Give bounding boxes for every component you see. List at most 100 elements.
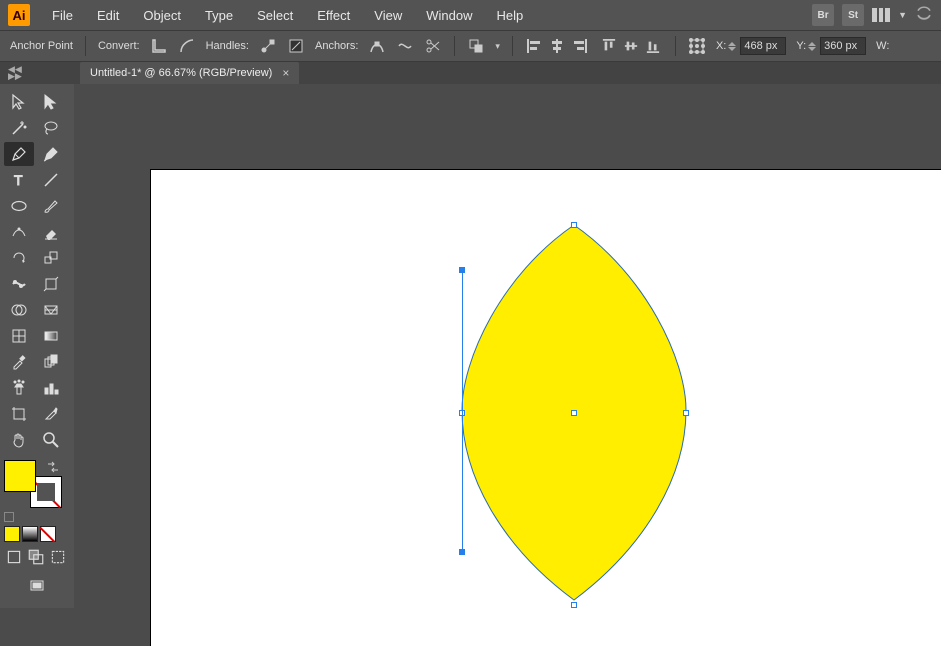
align-hcenter-icon[interactable] (547, 37, 567, 55)
gradient-tool[interactable] (36, 324, 66, 348)
menu-window[interactable]: Window (416, 2, 482, 29)
stock-button[interactable]: St (842, 4, 864, 26)
align-bottom-icon[interactable] (643, 37, 663, 55)
menu-file[interactable]: File (42, 2, 83, 29)
rotate-tool[interactable] (4, 246, 34, 270)
y-coordinate: Y: (796, 37, 866, 55)
draw-behind-icon[interactable] (26, 548, 46, 566)
canvas[interactable] (150, 169, 941, 646)
panel-collapse-icon[interactable]: ◀◀▶▶ (8, 66, 20, 80)
eyedropper-tool[interactable] (4, 350, 34, 374)
slice-tool[interactable] (36, 402, 66, 426)
menu-select[interactable]: Select (247, 2, 303, 29)
shape-builder-tool[interactable] (4, 298, 34, 322)
free-transform-tool[interactable] (36, 272, 66, 296)
artboard[interactable] (150, 169, 941, 646)
close-tab-icon[interactable]: × (282, 66, 289, 80)
y-input[interactable] (820, 37, 866, 55)
document-tab[interactable]: Untitled-1* @ 66.67% (RGB/Preview) × (80, 62, 299, 84)
y-label: Y: (796, 40, 806, 52)
w-coordinate: W: (876, 40, 889, 52)
toolbox: T (0, 84, 74, 608)
swap-fill-stroke-icon[interactable] (46, 460, 60, 474)
align-right-icon[interactable] (569, 37, 589, 55)
column-graph-tool[interactable] (36, 376, 66, 400)
center-point[interactable] (571, 410, 577, 416)
selection-type-label: Anchor Point (10, 40, 73, 52)
default-fill-stroke-icon[interactable] (4, 512, 14, 522)
magic-wand-tool[interactable] (4, 116, 34, 140)
align-group (525, 37, 663, 55)
align-top-icon[interactable] (599, 37, 619, 55)
control-bar: Anchor Point Convert: Handles: Anchors: … (0, 30, 941, 62)
anchor-point[interactable] (683, 410, 689, 416)
type-tool[interactable]: T (4, 168, 34, 192)
reference-point-icon[interactable] (688, 37, 706, 55)
align-left-icon[interactable] (525, 37, 545, 55)
blend-tool[interactable] (36, 350, 66, 374)
line-segment-tool[interactable] (36, 168, 66, 192)
convert-corner-icon[interactable] (150, 37, 168, 55)
x-spinner[interactable] (728, 37, 738, 55)
scale-tool[interactable] (36, 246, 66, 270)
align-vcenter-icon[interactable] (621, 37, 641, 55)
anchor-point[interactable] (571, 602, 577, 608)
bridge-button[interactable]: Br (812, 4, 834, 26)
pen-tool[interactable] (4, 142, 34, 166)
hand-tool[interactable] (4, 428, 34, 452)
symbol-sprayer-tool[interactable] (4, 376, 34, 400)
cut-path-icon[interactable] (424, 37, 442, 55)
fill-swatch[interactable] (4, 460, 36, 492)
direct-selection-tool[interactable] (36, 90, 66, 114)
paintbrush-tool[interactable] (36, 194, 66, 218)
chevron-down-icon[interactable]: ▾ (495, 41, 500, 52)
y-spinner[interactable] (808, 37, 818, 55)
fill-stroke-swatch[interactable] (4, 460, 62, 508)
rectangle-tool[interactable] (4, 194, 34, 218)
draw-inside-icon[interactable] (48, 548, 68, 566)
arrange-documents-icon[interactable] (872, 6, 890, 24)
artboard-tool[interactable] (4, 402, 34, 426)
x-label: X: (716, 40, 726, 52)
curvature-tool[interactable] (36, 142, 66, 166)
convert-smooth-icon[interactable] (178, 37, 196, 55)
eraser-tool[interactable] (36, 220, 66, 244)
anchor-point[interactable] (571, 222, 577, 228)
menu-view[interactable]: View (364, 2, 412, 29)
selection-tool[interactable] (4, 90, 34, 114)
show-handles-icon[interactable] (259, 37, 277, 55)
menu-effect[interactable]: Effect (307, 2, 360, 29)
hide-handles-icon[interactable] (287, 37, 305, 55)
isolate-icon[interactable] (467, 37, 485, 55)
direction-handle[interactable] (459, 549, 465, 555)
width-tool[interactable] (4, 272, 34, 296)
draw-normal-icon[interactable] (4, 548, 24, 566)
sync-settings-icon[interactable] (915, 5, 933, 26)
connect-anchor-icon[interactable] (396, 37, 414, 55)
lasso-tool[interactable] (36, 116, 66, 140)
app-logo: Ai (8, 4, 30, 26)
menu-bar: Ai File Edit Object Type Select Effect V… (0, 0, 941, 30)
direction-line[interactable] (462, 270, 463, 550)
shaper-tool[interactable] (4, 220, 34, 244)
perspective-grid-tool[interactable] (36, 298, 66, 322)
chevron-down-icon[interactable]: ▼ (898, 10, 907, 20)
workspace: T (0, 84, 941, 646)
menu-object[interactable]: Object (133, 2, 191, 29)
screen-mode-icon[interactable] (22, 574, 52, 598)
document-tab-title: Untitled-1* @ 66.67% (RGB/Preview) (90, 67, 272, 79)
color-mode-gradient[interactable] (22, 526, 38, 542)
x-input[interactable] (740, 37, 786, 55)
mesh-tool[interactable] (4, 324, 34, 348)
color-mode-solid[interactable] (4, 526, 20, 542)
menu-type[interactable]: Type (195, 2, 243, 29)
menu-edit[interactable]: Edit (87, 2, 129, 29)
direction-handle[interactable] (459, 267, 465, 273)
color-mode-none[interactable] (40, 526, 56, 542)
zoom-tool[interactable] (36, 428, 66, 452)
color-mode-row (4, 526, 70, 542)
remove-anchor-icon[interactable] (368, 37, 386, 55)
document-tab-strip: ◀◀▶▶ Untitled-1* @ 66.67% (RGB/Preview) … (0, 62, 941, 84)
path-shape[interactable] (456, 220, 706, 610)
menu-help[interactable]: Help (486, 2, 533, 29)
